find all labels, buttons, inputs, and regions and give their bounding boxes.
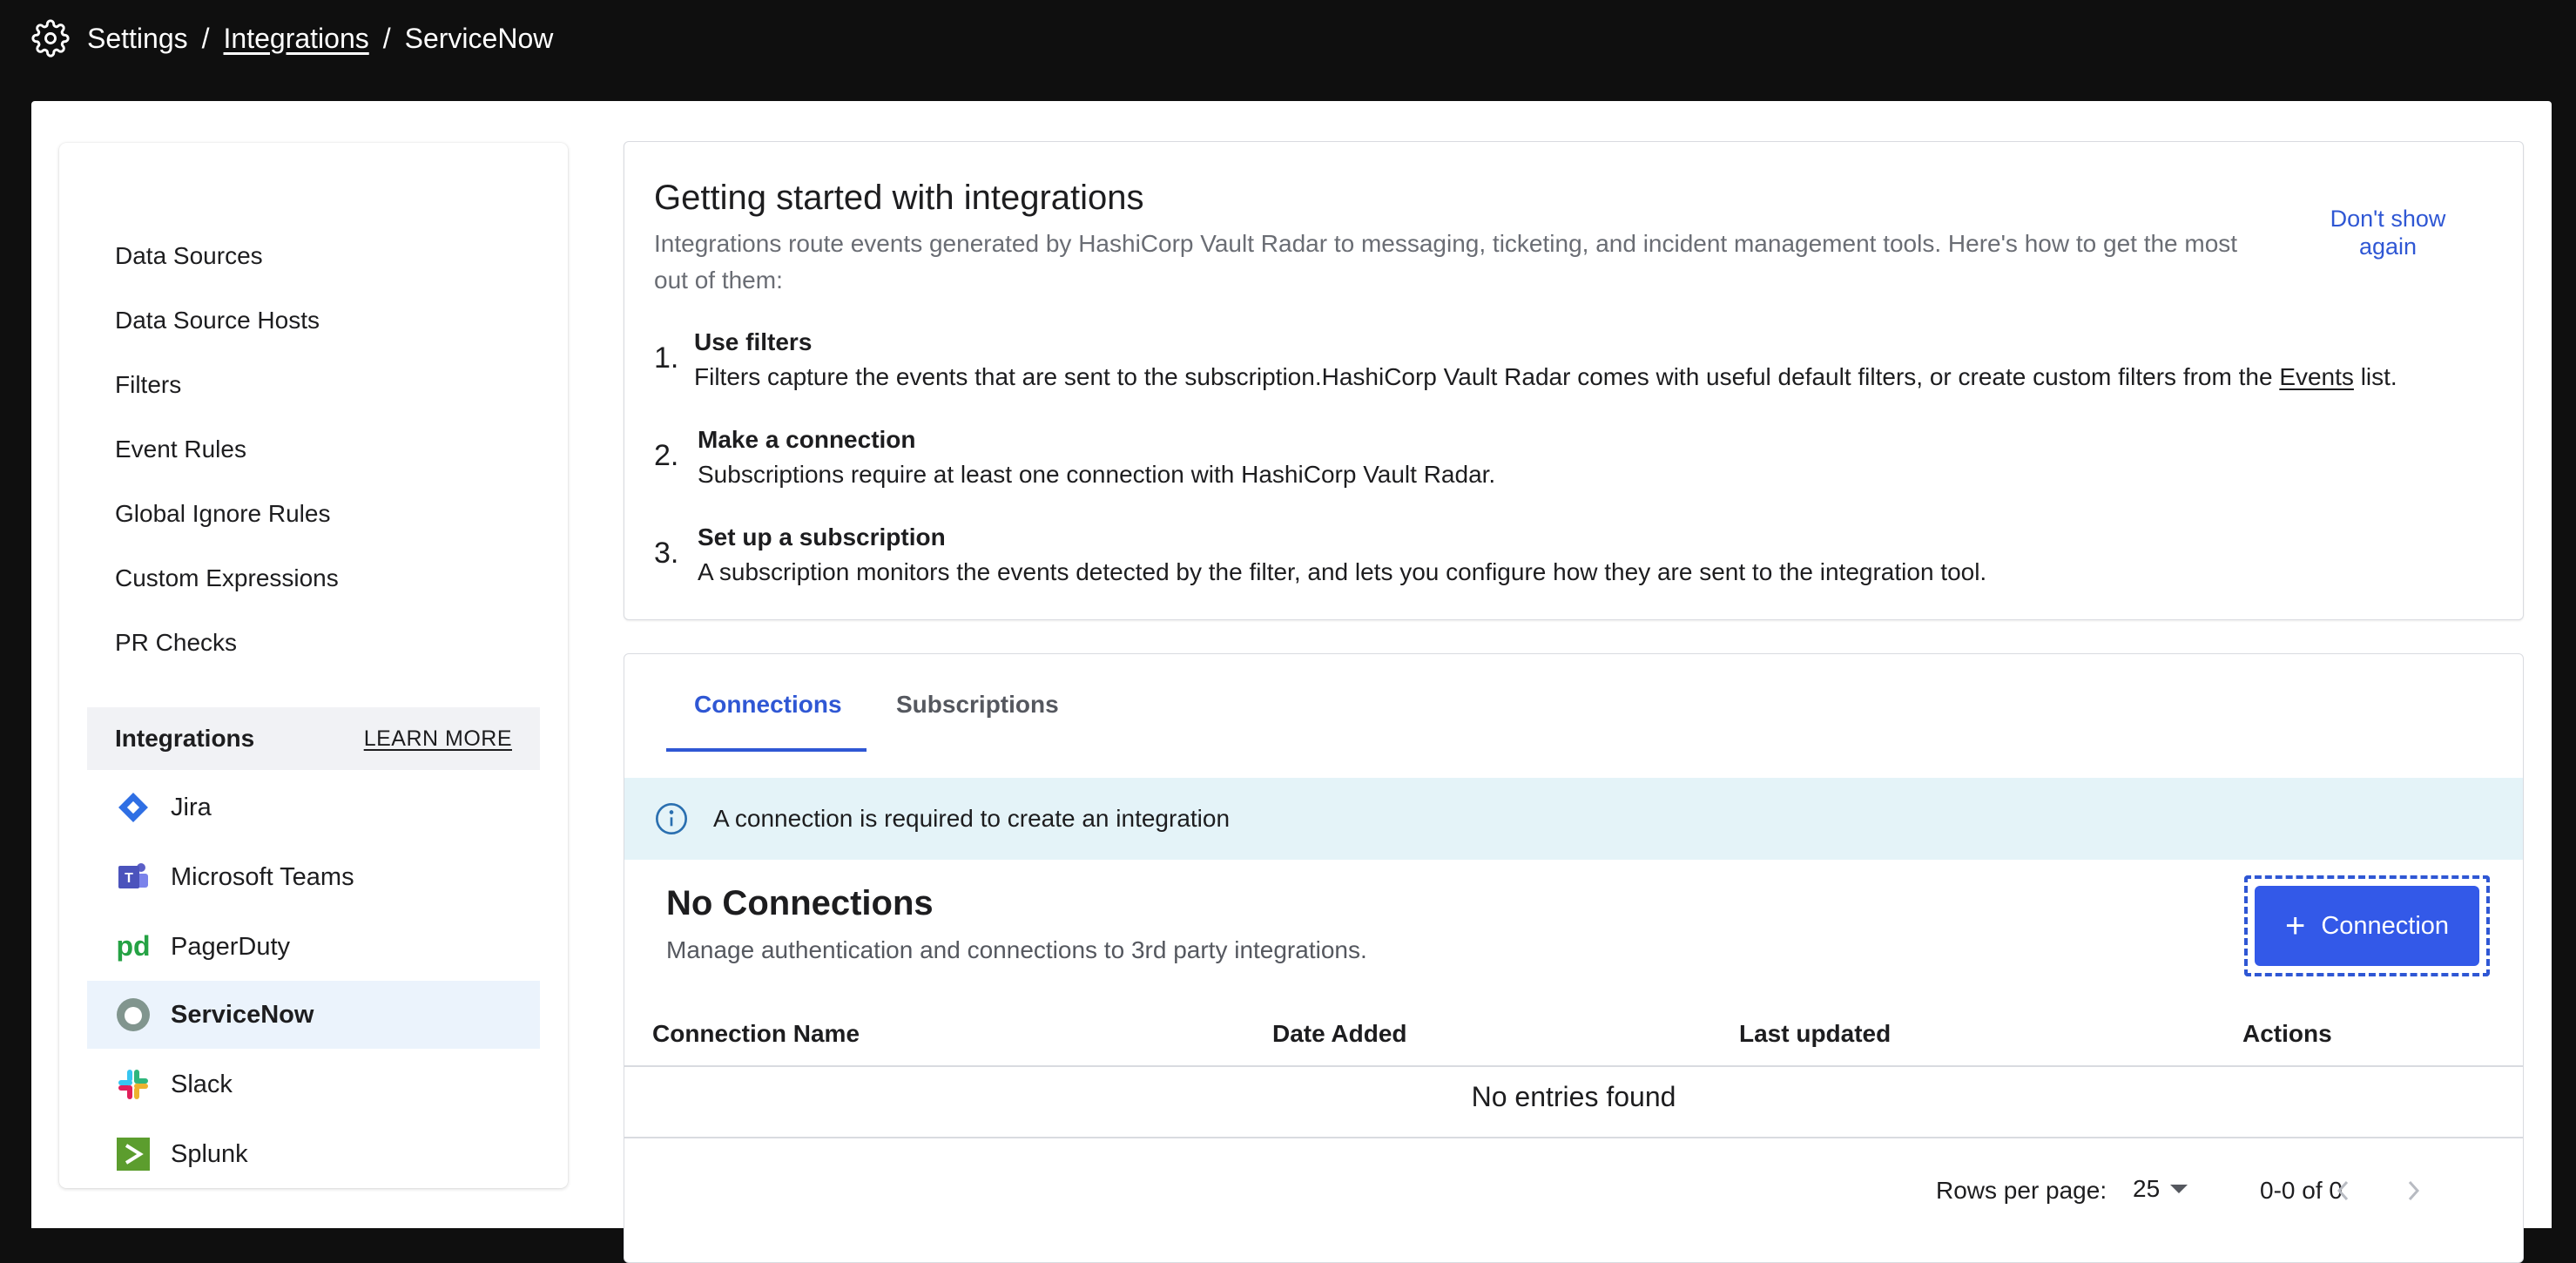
column-header-date-added[interactable]: Date Added [1272, 1020, 1407, 1048]
tab-subscriptions[interactable]: Subscriptions [896, 689, 1059, 720]
sidebar-item-label: Splunk [171, 1139, 248, 1168]
chevron-left-icon [2337, 1180, 2349, 1201]
sidebar-item-data-sources[interactable]: Data Sources [115, 240, 263, 272]
sidebar-item-label: PagerDuty [171, 932, 291, 961]
sidebar-item-slack[interactable]: Slack [87, 1050, 540, 1118]
splunk-icon [115, 1136, 152, 1172]
sidebar-item-microsoft-teams[interactable]: T Microsoft Teams [87, 843, 540, 911]
integrations-section-header: Integrations LEARN MORE [87, 707, 540, 770]
previous-page-button[interactable] [2328, 1175, 2359, 1206]
servicenow-icon [115, 996, 152, 1033]
breadcrumb-settings: Settings [87, 22, 188, 54]
add-connection-label: Connection [2321, 911, 2450, 940]
breadcrumb: Settings / Integrations / ServiceNow [0, 0, 2576, 77]
step-body: A subscription monitors the events detec… [698, 558, 1987, 585]
slack-icon [115, 1066, 152, 1103]
breadcrumb-separator: / [382, 22, 391, 54]
step-body: Subscriptions require at least one conne… [698, 461, 1496, 488]
plus-icon: + [2284, 907, 2306, 945]
getting-started-description: Integrations route events generated by H… [654, 230, 2238, 294]
microsoft-teams-icon: T [115, 859, 152, 895]
step-number: 3. [654, 537, 679, 570]
column-header-actions: Actions [2242, 1020, 2332, 1047]
sidebar-item-pagerduty[interactable]: pd PagerDuty [87, 913, 540, 981]
connections-card: Connections Subscriptions A connection i… [624, 653, 2524, 1263]
sidebar-item-data-source-hosts[interactable]: Data Source Hosts [115, 305, 320, 336]
step-number: 1. [654, 341, 679, 375]
breadcrumb-integrations-link[interactable]: Integrations [224, 23, 369, 55]
sidebar-item-event-rules[interactable]: Event Rules [115, 434, 246, 465]
add-connection-button[interactable]: + Connection [2255, 886, 2479, 966]
pagerduty-icon: pd [115, 929, 152, 965]
info-icon [654, 801, 689, 836]
breadcrumb-separator: / [201, 22, 210, 54]
chevron-right-icon [2408, 1180, 2420, 1201]
sidebar-item-label: Slack [171, 1070, 233, 1098]
gear-icon [31, 19, 70, 57]
sidebar-item-filters[interactable]: Filters [115, 369, 181, 401]
dont-show-again-link[interactable]: Don't show again [2305, 205, 2471, 260]
sidebar-item-label: Jira [171, 793, 212, 821]
step-body-text: Filters capture the events that are sent… [694, 363, 2280, 390]
learn-more-link[interactable]: LEARN MORE [364, 726, 512, 752]
next-page-button[interactable] [2397, 1175, 2429, 1206]
breadcrumb-current: ServiceNow [404, 22, 554, 54]
no-connections-title: No Connections [666, 884, 934, 922]
rows-per-page-value: 25 [2133, 1175, 2161, 1202]
step-title: Make a connection [698, 426, 916, 453]
alert-text: A connection is required to create an in… [713, 805, 1231, 832]
sidebar-item-servicenow[interactable]: ServiceNow [87, 981, 540, 1049]
sidebar-item-pr-checks[interactable]: PR Checks [115, 627, 237, 659]
caret-down-icon [2170, 1185, 2188, 1193]
rows-per-page-select[interactable]: 25 [2133, 1175, 2188, 1203]
events-link[interactable]: Events [2279, 363, 2354, 390]
tab-connections[interactable]: Connections [694, 689, 842, 720]
svg-text:T: T [125, 871, 133, 886]
settings-sidebar: Data Sources Data Source Hosts Filters E… [59, 143, 568, 1188]
column-header-connection-name[interactable]: Connection Name [652, 1020, 860, 1048]
sidebar-item-label: ServiceNow [171, 1000, 314, 1029]
jira-icon [115, 789, 152, 826]
sidebar-item-global-ignore-rules[interactable]: Global Ignore Rules [115, 498, 330, 530]
sidebar-item-label: Microsoft Teams [171, 862, 354, 891]
getting-started-title: Getting started with integrations [654, 179, 1144, 217]
step-body: Filters capture the events that are sent… [694, 360, 2397, 395]
table-header-divider [624, 1065, 2523, 1067]
getting-started-card: Getting started with integrations Integr… [624, 141, 2524, 620]
info-alert: A connection is required to create an in… [624, 778, 2523, 860]
no-connections-description: Manage authentication and connections to… [666, 936, 1367, 963]
integrations-heading: Integrations [115, 725, 255, 752]
main-canvas: Data Sources Data Source Hosts Filters E… [31, 101, 2552, 1263]
sidebar-item-splunk[interactable]: Splunk [87, 1120, 540, 1188]
rows-per-page-label: Rows per page: [1936, 1177, 2107, 1204]
step-title: Set up a subscription [698, 523, 946, 550]
svg-text:pd: pd [116, 930, 150, 962]
active-tab-indicator [666, 748, 867, 752]
column-header-last-updated[interactable]: Last updated [1739, 1020, 1891, 1048]
table-divider [624, 1137, 2523, 1138]
add-connection-focus-ring: + Connection [2244, 875, 2490, 976]
sidebar-item-custom-expressions[interactable]: Custom Expressions [115, 563, 339, 594]
step-number: 2. [654, 439, 679, 472]
step-title: Use filters [694, 328, 813, 355]
step-body-text: list. [2353, 363, 2397, 390]
no-entries-message: No entries found [1471, 1081, 1676, 1112]
sidebar-item-jira[interactable]: Jira [87, 773, 540, 841]
